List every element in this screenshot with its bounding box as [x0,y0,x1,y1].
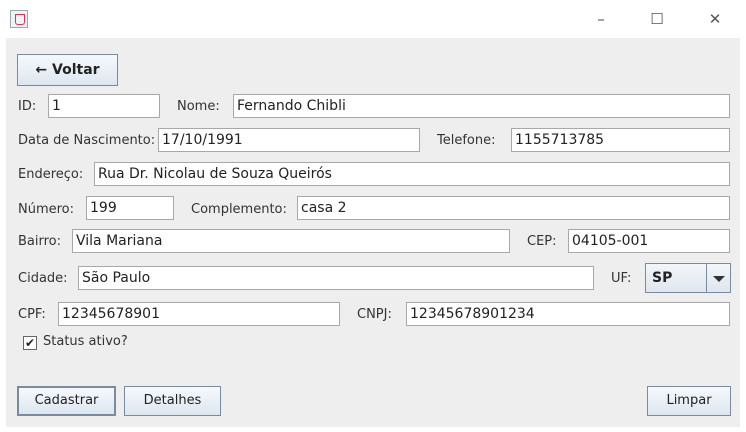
nascimento-field[interactable]: 17/10/1991 [158,128,420,152]
status-checkbox[interactable]: ✔ [23,336,37,350]
cep-label: CEP: [527,234,557,249]
complemento-label: Complemento: [191,202,287,217]
cpf-field[interactable]: 12345678901 [58,302,340,326]
numero-field[interactable]: 199 [86,196,174,220]
cep-field[interactable]: 04105-001 [568,229,730,253]
check-icon: ✔ [24,336,36,350]
telefone-label: Telefone: [437,133,496,148]
uf-label: UF: [611,271,632,286]
bairro-label: Bairro: [18,234,62,249]
title-bar: – ☐ ✕ [0,0,746,38]
numero-label: Número: [18,202,75,217]
id-field[interactable]: 1 [48,94,160,118]
minimize-icon: – [597,10,605,28]
chevron-down-icon[interactable] [706,264,730,292]
nascimento-label: Data de Nascimento: [18,133,156,148]
java-app-icon [10,10,28,28]
minimize-button[interactable]: – [586,8,616,30]
bairro-field[interactable]: Vila Mariana [72,229,510,253]
uf-select[interactable]: SP [645,263,731,293]
nome-label: Nome: [177,99,220,114]
cidade-field[interactable]: São Paulo [78,266,594,290]
telefone-field[interactable]: 1155713785 [511,128,730,152]
close-icon: ✕ [708,10,722,28]
close-button[interactable]: ✕ [700,8,730,30]
cidade-label: Cidade: [18,271,68,286]
endereco-field[interactable]: Rua Dr. Nicolau de Souza Queirós [94,162,730,186]
cnpj-label: CNPJ: [357,307,392,322]
status-label: Status ativo? [43,334,128,349]
detalhes-button[interactable]: Detalhes [124,386,221,416]
cpf-label: CPF: [18,307,46,322]
nome-field[interactable]: Fernando Chibli [233,94,730,118]
id-label: ID: [18,99,37,114]
endereco-label: Endereço: [18,167,84,182]
limpar-button[interactable]: Limpar [647,386,731,416]
maximize-icon: ☐ [650,10,664,28]
cnpj-field[interactable]: 12345678901234 [406,302,730,326]
back-button[interactable]: ← Voltar [17,54,118,86]
complemento-field[interactable]: casa 2 [297,196,730,220]
maximize-button[interactable]: ☐ [642,8,672,30]
uf-selected-value: SP [652,270,673,286]
cadastrar-button[interactable]: Cadastrar [17,386,116,416]
